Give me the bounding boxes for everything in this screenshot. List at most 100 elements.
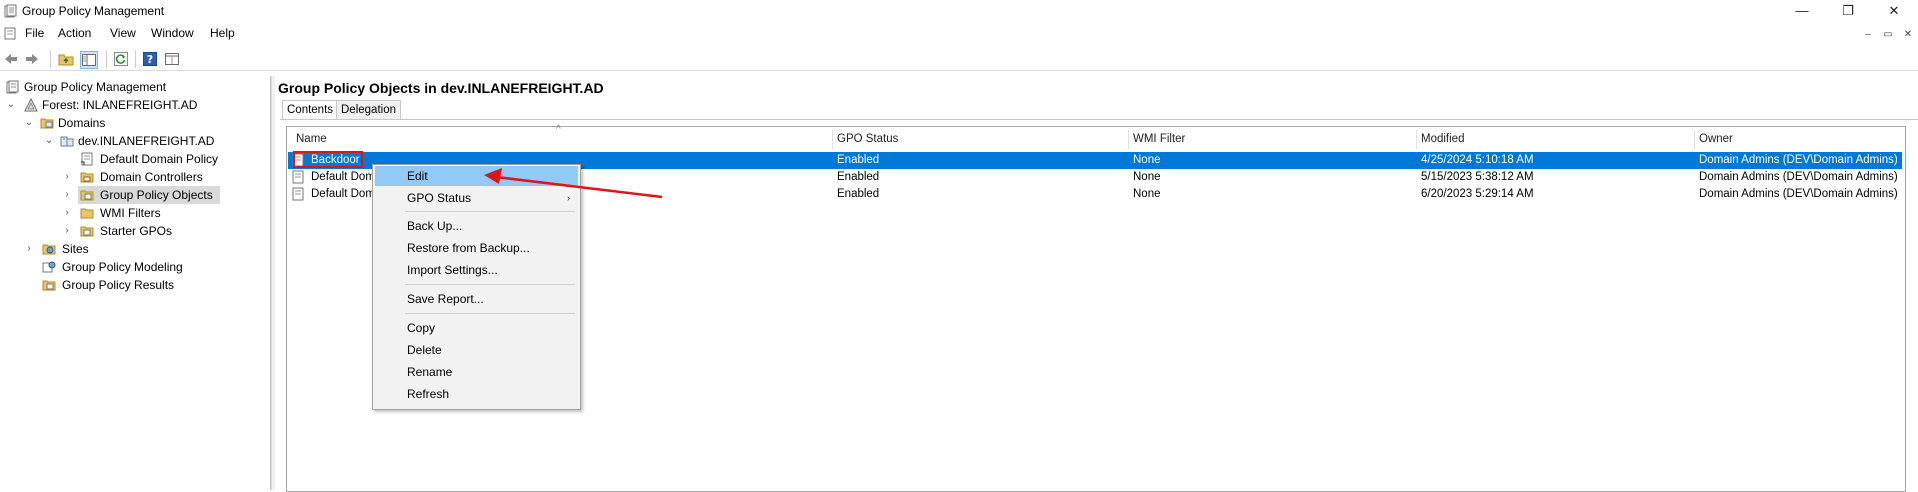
menu-item-refresh[interactable]: Refresh bbox=[375, 384, 578, 404]
tree-label: Group Policy Modeling bbox=[62, 260, 183, 274]
menu-item-label: Back Up... bbox=[407, 219, 463, 233]
properties-icon[interactable] bbox=[164, 51, 180, 67]
domains-folder-icon bbox=[40, 118, 54, 129]
chevron-right-icon[interactable]: › bbox=[62, 172, 72, 182]
chevron-down-icon[interactable]: ⌄ bbox=[44, 136, 54, 146]
cell-owner: Domain Admins (DEV\Domain Admins) bbox=[1699, 188, 1898, 200]
tree-label: Forest: INLANEFREIGHT.AD bbox=[42, 98, 198, 112]
column-header-wmi-filter[interactable]: WMI Filter bbox=[1133, 133, 1185, 145]
child-minimize-button[interactable]: – bbox=[1860, 28, 1876, 42]
pane-splitter[interactable] bbox=[271, 76, 275, 490]
menu-view[interactable]: View bbox=[108, 26, 138, 40]
gpo-icon bbox=[292, 170, 304, 184]
cell-gpo-status: Enabled bbox=[837, 171, 880, 183]
gpo-icon bbox=[292, 187, 304, 201]
window-title: Group Policy Management bbox=[22, 4, 165, 18]
help-icon[interactable]: ? bbox=[142, 51, 158, 67]
cell-owner: Domain Admins (DEV\Domain Admins) bbox=[1699, 171, 1898, 183]
menu-item-restore[interactable]: Restore from Backup... bbox=[375, 238, 578, 258]
chevron-right-icon[interactable]: › bbox=[62, 208, 72, 218]
sites-icon bbox=[42, 244, 56, 255]
up-folder-icon[interactable] bbox=[58, 51, 74, 67]
menu-item-rename[interactable]: Rename bbox=[375, 362, 578, 382]
menu-item-label: Rename bbox=[407, 365, 453, 379]
chevron-right-icon[interactable]: › bbox=[24, 244, 34, 254]
chevron-right-icon[interactable]: › bbox=[62, 226, 72, 236]
menu-item-label: Delete bbox=[407, 343, 442, 357]
show-hide-tree-icon[interactable] bbox=[80, 51, 98, 69]
toolbar-separator bbox=[50, 50, 51, 68]
menu-item-copy[interactable]: Copy bbox=[375, 318, 578, 338]
menu-file[interactable]: File bbox=[23, 26, 46, 40]
tree-label: dev.INLANEFREIGHT.AD bbox=[78, 134, 215, 148]
menu-item-save-report[interactable]: Save Report... bbox=[375, 289, 578, 309]
chevron-right-icon[interactable]: › bbox=[62, 190, 72, 200]
cell-name: Default Doma bbox=[311, 188, 382, 200]
console-tree: Group Policy Management ⌄ Forest: INLANE… bbox=[0, 76, 271, 490]
chevron-down-icon[interactable]: ⌄ bbox=[6, 100, 16, 110]
menu-item-import-settings[interactable]: Import Settings... bbox=[375, 260, 578, 280]
tree-label: WMI Filters bbox=[100, 206, 161, 220]
column-divider[interactable] bbox=[1128, 130, 1129, 150]
menu-item-label: Save Report... bbox=[407, 292, 484, 306]
cell-owner: Domain Admins (DEV\Domain Admins) bbox=[1699, 154, 1898, 166]
column-divider[interactable] bbox=[832, 130, 833, 150]
svg-text:?: ? bbox=[147, 53, 153, 66]
cell-modified: 5/15/2023 5:38:12 AM bbox=[1421, 171, 1534, 183]
pane-title: Group Policy Objects in dev.INLANEFREIGH… bbox=[278, 80, 604, 96]
menu-window[interactable]: Window bbox=[149, 26, 196, 40]
menu-item-label: Refresh bbox=[407, 387, 450, 401]
restore-button[interactable]: ❐ bbox=[1834, 2, 1862, 20]
column-header-modified[interactable]: Modified bbox=[1421, 133, 1464, 145]
child-close-button[interactable]: ✕ bbox=[1900, 28, 1916, 42]
menu-action[interactable]: Action bbox=[56, 26, 93, 40]
cell-gpo-status: Enabled bbox=[837, 154, 880, 166]
domain-icon bbox=[60, 136, 74, 147]
gpm-root-icon bbox=[6, 80, 19, 94]
modeling-icon bbox=[42, 261, 56, 273]
app-icon bbox=[4, 4, 17, 18]
close-button[interactable]: ✕ bbox=[1880, 2, 1908, 20]
column-header-name[interactable]: Name bbox=[296, 133, 327, 145]
forward-icon[interactable] bbox=[24, 51, 40, 67]
tree-label: Group Policy Results bbox=[62, 278, 175, 292]
annotation-arrow-icon bbox=[484, 168, 663, 199]
menu-separator bbox=[405, 211, 575, 212]
menu-item-label: Restore from Backup... bbox=[407, 241, 530, 255]
gpo-link-icon bbox=[81, 152, 93, 166]
results-icon bbox=[42, 280, 56, 291]
column-divider[interactable] bbox=[1416, 130, 1417, 150]
tree-label: Group Policy Objects bbox=[100, 188, 213, 202]
child-restore-button[interactable]: ▭ bbox=[1880, 28, 1896, 42]
cell-wmi-filter: None bbox=[1133, 188, 1161, 200]
menu-item-delete[interactable]: Delete bbox=[375, 340, 578, 360]
tree-label: Default Domain Policy bbox=[100, 152, 219, 166]
sort-ascending-icon: ^ bbox=[556, 124, 561, 135]
annotation-highlight-box bbox=[293, 151, 363, 168]
tab-contents[interactable]: Contents bbox=[282, 100, 339, 120]
back-icon[interactable] bbox=[3, 51, 19, 67]
toolbar-separator bbox=[135, 50, 136, 68]
menu-item-backup[interactable]: Back Up... bbox=[375, 216, 578, 236]
toolbar-separator bbox=[106, 50, 107, 68]
menu-item-label: Import Settings... bbox=[407, 263, 498, 277]
column-header-gpo-status[interactable]: GPO Status bbox=[837, 133, 898, 145]
wmi-folder-icon bbox=[80, 208, 94, 219]
cell-modified: 4/25/2024 5:10:18 AM bbox=[1421, 154, 1534, 166]
tab-delegation[interactable]: Delegation bbox=[336, 100, 401, 120]
tab-strip-border bbox=[280, 119, 1918, 120]
gpo-folder-icon bbox=[80, 190, 94, 201]
tree-label: Starter GPOs bbox=[100, 224, 173, 238]
refresh-icon[interactable] bbox=[113, 51, 129, 67]
tree-label: Domain Controllers bbox=[100, 170, 203, 184]
menu-item-label: Edit bbox=[407, 169, 428, 183]
chevron-down-icon[interactable]: ⌄ bbox=[24, 118, 34, 128]
menu-help[interactable]: Help bbox=[208, 26, 237, 40]
column-divider[interactable] bbox=[1694, 130, 1695, 150]
column-header-owner[interactable]: Owner bbox=[1699, 133, 1733, 145]
minimize-button[interactable]: — bbox=[1788, 2, 1816, 20]
tree-label: Sites bbox=[62, 242, 89, 256]
cell-name: Default Doma bbox=[311, 171, 382, 183]
ou-folder-icon bbox=[80, 172, 94, 183]
cell-gpo-status: Enabled bbox=[837, 188, 880, 200]
